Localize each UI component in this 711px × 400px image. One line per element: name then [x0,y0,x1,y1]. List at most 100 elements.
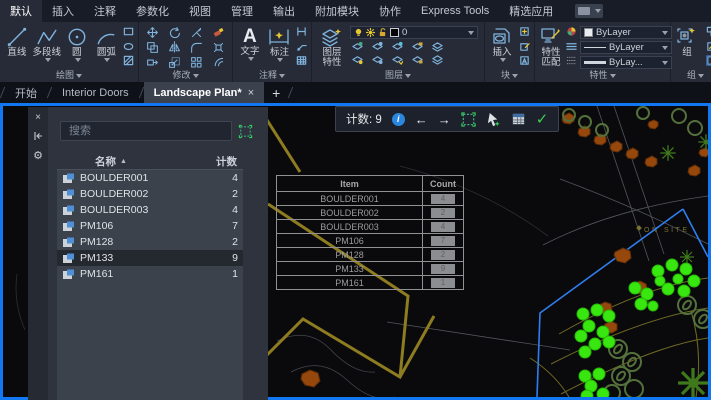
ribbon-tab-view[interactable]: 视图 [179,0,221,22]
ribbon-tab-parametric[interactable]: 参数化 [126,0,179,22]
list-item[interactable]: PM1611 [57,266,243,282]
array-icon[interactable] [190,56,203,69]
lineweight-list-icon[interactable] [566,55,577,66]
auto-hide-icon[interactable] [33,131,43,141]
list-item[interactable]: BOULDER0014 [57,170,243,186]
ribbon-tab-default[interactable]: 默认 [0,0,42,22]
ribbon-tab-annotate[interactable]: 注释 [84,0,126,22]
linetype-list-icon[interactable] [566,41,577,52]
panel-label-draw[interactable]: 绘图 [0,69,138,82]
file-tab-landscape-plan[interactable]: Landscape Plan* × [144,82,264,103]
file-tab-start[interactable]: 开始 [5,82,47,103]
count-field[interactable]: 4 [431,194,455,204]
hatch-icon[interactable] [123,55,134,66]
ellipse-icon[interactable] [123,41,134,52]
copy-icon[interactable] [146,41,159,54]
name-column-header[interactable]: 名称 [95,154,116,169]
lineweight-dropdown[interactable]: ByLay... [580,56,672,69]
panel-label-annotation[interactable]: 注释 [233,69,311,82]
match-properties-button[interactable]: 特性匹配 [537,24,565,68]
gear-icon[interactable]: ⚙ [33,149,43,162]
previous-arrow-icon[interactable]: ← [415,113,428,126]
panel-label-properties[interactable]: 特性 [535,69,670,82]
ribbon-tab-express-tools[interactable]: Express Tools [411,0,499,22]
dimension-button[interactable]: 标注 [265,24,293,62]
ribbon-tab-insert[interactable]: 插入 [42,0,84,22]
panel-label-modify[interactable]: 修改 [139,69,232,82]
info-icon[interactable]: i [392,113,405,126]
count-column-header[interactable]: 计数 [216,154,237,169]
polyline-button[interactable]: 多段线 [33,24,62,62]
stretch-icon[interactable] [146,56,159,69]
panel-label-group[interactable]: 组 [671,69,711,82]
layer-off-icon[interactable] [352,41,363,52]
pick-objects-icon[interactable] [486,112,501,127]
count-boundary-polygon[interactable] [537,209,708,397]
layer-states-icon[interactable] [432,41,443,52]
insert-block-button[interactable]: 插入 [488,24,516,62]
layer-walk-icon[interactable] [432,54,443,65]
color-list-icon[interactable] [566,26,577,37]
ribbon-tab-output[interactable]: 输出 [263,0,305,22]
line-button[interactable]: 直线 [3,24,31,58]
rectangle-icon[interactable] [123,26,134,37]
table-row[interactable]: PM1611 [277,275,463,289]
erase-icon[interactable] [212,26,225,39]
ribbon-tab-collaborate[interactable]: 协作 [369,0,411,22]
object-color-dropdown[interactable]: ByLayer [580,26,672,39]
selection-marquee-icon[interactable] [461,112,476,127]
table-tool-icon[interactable] [296,55,307,66]
next-arrow-icon[interactable]: → [438,113,451,126]
file-tab-interior-doors[interactable]: Interior Doors [52,82,139,103]
ribbon-tab-featured-apps[interactable]: 精选应用 [499,0,563,22]
list-item[interactable]: PM1067 [57,218,243,234]
ribbon-display-options-button[interactable] [575,4,603,18]
count-field[interactable]: 9 [431,264,455,274]
text-button[interactable]: A 文字 [236,24,264,61]
scale-icon[interactable] [168,56,181,69]
layer-on-icon[interactable] [352,54,363,65]
fillet-icon[interactable] [190,41,203,54]
count-field[interactable]: 2 [431,250,455,260]
new-tab-button[interactable]: + [264,85,288,101]
leader-icon[interactable] [296,41,307,52]
search-input[interactable] [60,121,232,141]
linetype-dropdown[interactable]: ByLayer [580,41,672,54]
rotate-icon[interactable] [168,26,181,39]
ribbon-tab-manage[interactable]: 管理 [221,0,263,22]
layer-thaw-icon[interactable] [372,54,383,65]
layer-unlock-icon[interactable] [412,54,423,65]
table-row[interactable]: PM1067 [277,233,463,247]
explode-icon[interactable] [212,41,225,54]
arc-button[interactable]: 圆弧 [92,24,120,62]
list-item-selected[interactable]: PM1339 [57,250,243,266]
move-icon[interactable] [146,26,159,39]
trim-icon[interactable] [190,26,203,39]
edit-attributes-icon[interactable] [519,55,530,66]
ribbon-tab-addins[interactable]: 附加模块 [305,0,369,22]
edit-block-icon[interactable] [519,41,530,52]
list-item[interactable]: BOULDER0022 [57,186,243,202]
table-row[interactable]: BOULDER0022 [277,205,463,219]
cad-count-table[interactable]: Item Count BOULDER0014 BOULDER0022 BOULD… [276,175,464,290]
count-field[interactable]: 7 [431,236,455,246]
layer-freeze-icon[interactable] [392,41,403,52]
linear-dimension-icon[interactable] [296,26,307,37]
table-row[interactable]: PM1282 [277,247,463,261]
close-tab-icon[interactable]: × [248,87,254,99]
list-item[interactable]: BOULDER0034 [57,202,243,218]
ungroup-icon[interactable] [706,26,711,37]
mirror-icon[interactable] [168,41,181,54]
layer-dropdown[interactable]: 0 [350,26,478,39]
table-row[interactable]: BOULDER0034 [277,219,463,233]
circle-button[interactable]: 圆 [63,24,91,62]
table-row[interactable]: PM1339 [277,261,463,275]
finish-count-check-icon[interactable]: ✓ [536,112,549,127]
list-item[interactable]: PM1282 [57,234,243,250]
count-field[interactable]: 4 [431,222,455,232]
layer-lock-icon[interactable] [412,41,423,52]
create-block-icon[interactable] [519,26,530,37]
group-edit-icon[interactable] [706,41,711,52]
select-objects-icon[interactable] [238,124,253,139]
insert-count-table-icon[interactable] [511,112,526,127]
